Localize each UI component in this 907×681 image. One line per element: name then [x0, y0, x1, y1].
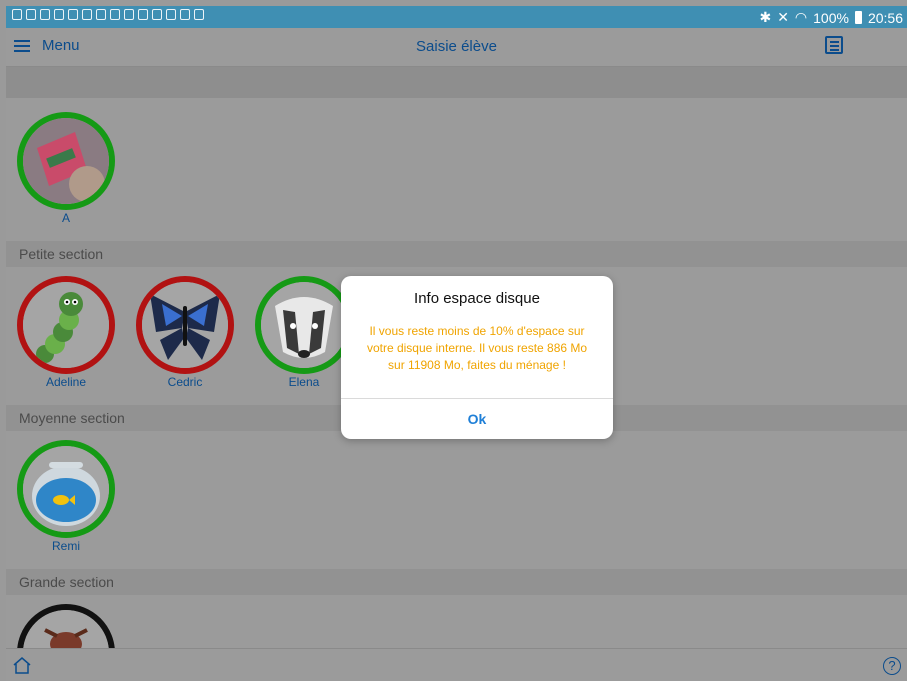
- search-bar-area: [6, 67, 907, 98]
- section-label: Petite section: [19, 246, 104, 262]
- notification-icon: [68, 9, 78, 20]
- fishbowl-avatar: [17, 440, 115, 538]
- disk-space-dialog: Info espace disque Il vous reste moins d…: [341, 276, 613, 439]
- notification-icon: [26, 9, 36, 20]
- play-icon: [194, 9, 204, 20]
- notification-icon: [12, 9, 22, 20]
- student-card[interactable]: A: [11, 112, 121, 225]
- app-bar: Menu Saisie élève: [6, 28, 907, 67]
- section-label: Grande section: [19, 574, 114, 590]
- notification-icon: [82, 9, 92, 20]
- notification-icons: [12, 9, 204, 20]
- section-header: Petite section: [6, 241, 907, 267]
- dialog-divider: [341, 398, 613, 399]
- help-icon[interactable]: ?: [883, 657, 901, 675]
- student-card[interactable]: Cedric: [130, 276, 240, 389]
- list-view-icon[interactable]: [825, 36, 843, 54]
- dialog-title: Info espace disque: [414, 290, 540, 307]
- crab-avatar: [17, 604, 115, 648]
- student-card[interactable]: Remi: [11, 440, 121, 553]
- ok-button[interactable]: Ok: [341, 411, 613, 427]
- student-avatar: [17, 112, 115, 210]
- butterfly-avatar: [136, 276, 234, 374]
- dialog-message: Il vous reste moins de 10% d'espace sur …: [366, 324, 588, 372]
- notification-icon: [110, 9, 120, 20]
- notification-icon: [152, 9, 162, 20]
- wifi-icon: ◠: [794, 9, 808, 25]
- student-card[interactable]: [11, 604, 121, 648]
- student-card[interactable]: Adeline: [11, 276, 121, 389]
- student-name: A: [61, 211, 70, 225]
- section-header: Grande section: [6, 569, 907, 595]
- play-icon: [180, 9, 190, 20]
- student-name: Remi: [51, 539, 80, 553]
- badger-avatar: [255, 276, 353, 374]
- status-bar: ✱ ✕ ◠ 100% 20:56: [6, 6, 907, 28]
- student-name: Cedric: [167, 375, 203, 389]
- bottom-bar: ?: [6, 648, 907, 681]
- clock: 20:56: [867, 9, 903, 26]
- caterpillar-avatar: [17, 276, 115, 374]
- battery-level: 100%: [813, 9, 849, 26]
- download-icon: [166, 9, 176, 20]
- notification-icon: [40, 9, 50, 20]
- bluetooth-icon: ✱: [759, 9, 772, 25]
- section-label: Moyenne section: [19, 410, 125, 426]
- status-right: ✱ ✕ ◠ 100% 20:56: [759, 9, 903, 26]
- download-icon: [124, 9, 134, 20]
- battery-icon: [854, 11, 862, 24]
- home-icon[interactable]: [12, 656, 32, 674]
- student-name: Adeline: [45, 375, 87, 389]
- mute-icon: ✕: [777, 9, 789, 25]
- page-title: Saisie élève: [416, 38, 497, 55]
- notification-icon: [96, 9, 106, 20]
- download-icon: [138, 9, 148, 20]
- notification-icon: [54, 9, 64, 20]
